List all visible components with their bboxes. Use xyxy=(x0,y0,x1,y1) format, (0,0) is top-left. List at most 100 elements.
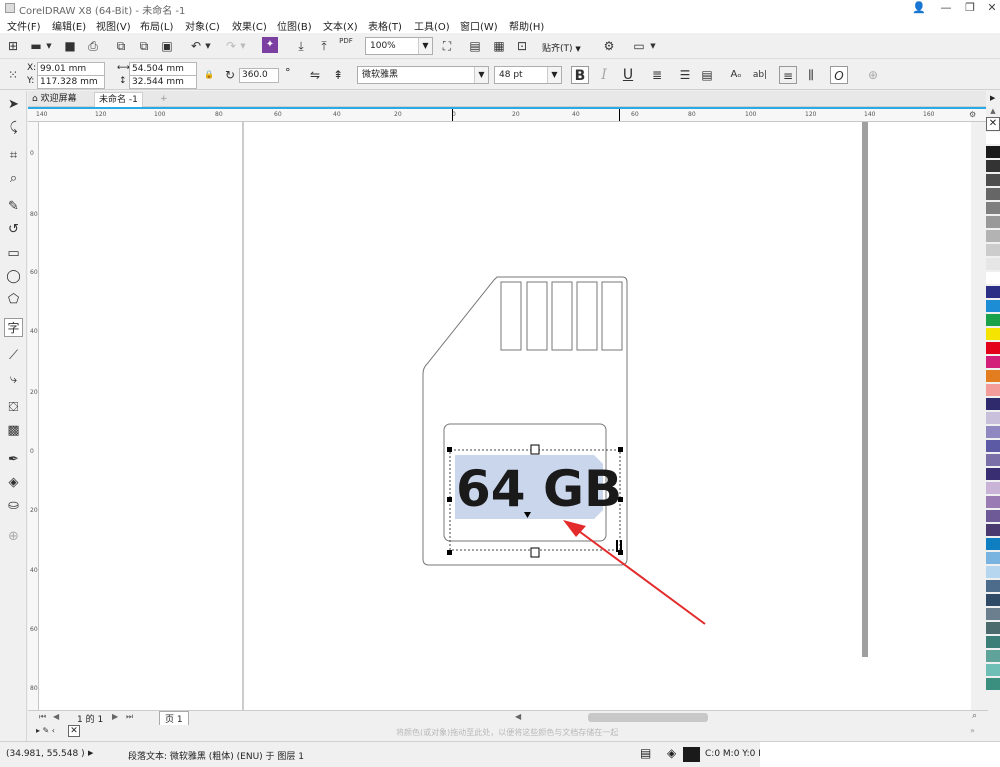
color-swatch[interactable] xyxy=(986,328,1000,341)
page-tab[interactable]: 页 1 xyxy=(159,711,189,726)
menu-object[interactable]: 对象(C) xyxy=(185,18,220,33)
color-swatch[interactable] xyxy=(986,440,1000,453)
last-page-icon[interactable]: ⏭ xyxy=(126,712,133,722)
options-gear-icon[interactable]: ⚙ xyxy=(600,37,618,55)
color-swatch[interactable] xyxy=(986,188,1000,201)
width-field[interactable]: 54.504 mm xyxy=(129,62,197,76)
selection-handle[interactable] xyxy=(447,550,452,555)
no-color-swatch-icon[interactable]: ✕ xyxy=(68,725,80,737)
tab-welcome-screen[interactable]: ⌂ 欢迎屏幕 xyxy=(28,92,81,107)
color-swatch[interactable] xyxy=(986,244,1000,257)
text-frame-bottom-handle[interactable] xyxy=(530,547,540,558)
font-size-select[interactable]: 48 pt ▼ xyxy=(494,66,562,84)
color-swatch[interactable] xyxy=(986,160,1000,173)
add-icon[interactable]: ⊕ xyxy=(864,66,882,84)
color-swatch[interactable] xyxy=(986,398,1000,411)
color-swatch[interactable] xyxy=(986,272,1000,285)
prev-page-icon[interactable]: ◀ xyxy=(53,712,59,721)
redo-dropdown-icon[interactable]: ▼ xyxy=(238,37,248,55)
palette-scroll-up-icon[interactable]: ▲ xyxy=(986,107,1000,117)
connector-tool-icon[interactable]: ⤷ xyxy=(4,370,23,389)
color-swatch[interactable] xyxy=(986,468,1000,481)
parallel-dimension-icon[interactable]: ⟋ xyxy=(4,346,23,365)
text-path-icon[interactable]: ⇞ xyxy=(329,66,347,84)
drawing-canvas[interactable]: 64 GB xyxy=(39,122,971,712)
show-rulers-icon[interactable]: ▤ xyxy=(466,37,484,55)
import-icon[interactable]: ⤓ xyxy=(292,37,310,55)
color-swatch[interactable] xyxy=(986,356,1000,369)
user-icon[interactable]: 👤 xyxy=(905,0,933,17)
color-swatch[interactable] xyxy=(986,426,1000,439)
text-frame-top-handle[interactable] xyxy=(530,444,540,455)
selection-handle[interactable] xyxy=(447,447,452,452)
color-swatch[interactable] xyxy=(986,132,1000,145)
ellipse-tool-icon[interactable]: ◯ xyxy=(4,267,23,286)
open-folder-icon[interactable]: ▬ xyxy=(27,37,45,55)
color-swatch[interactable] xyxy=(986,566,1000,579)
smart-fill-icon[interactable]: ⛀ xyxy=(4,496,23,515)
publish-pdf-icon[interactable]: PDF xyxy=(337,37,355,55)
transparency-tool-icon[interactable]: ▩ xyxy=(4,421,23,440)
panel-collapse-icon[interactable]: ▶ xyxy=(986,91,1000,107)
tab-document[interactable]: 未命名 -1 xyxy=(94,92,143,107)
new-tab-icon[interactable]: + xyxy=(156,92,172,107)
color-swatch[interactable] xyxy=(986,454,1000,467)
pick-tool-icon[interactable]: ➤ xyxy=(4,95,23,114)
menu-view[interactable]: 视图(V) xyxy=(96,18,131,33)
color-swatch[interactable] xyxy=(986,286,1000,299)
new-document-icon[interactable]: ⊞ xyxy=(4,37,22,55)
no-fill-swatch-icon[interactable]: ✕ xyxy=(986,117,1000,131)
show-grid-icon[interactable]: ▦ xyxy=(490,37,508,55)
color-swatch[interactable] xyxy=(986,594,1000,607)
sd-card-contact[interactable] xyxy=(526,281,548,351)
color-proofing-icon[interactable]: ▤ xyxy=(640,746,651,760)
color-swatch[interactable] xyxy=(986,664,1000,677)
polygon-tool-icon[interactable]: ⬠ xyxy=(4,290,23,309)
launcher-dropdown-icon[interactable]: ▼ xyxy=(648,37,658,55)
copy-icon[interactable]: ⧉ xyxy=(135,37,153,55)
position-anchor-icon[interactable]: ⁙ xyxy=(4,66,22,84)
color-swatch[interactable] xyxy=(986,202,1000,215)
text-align-icon[interactable]: ≣ xyxy=(648,66,666,84)
sd-card-outline[interactable] xyxy=(422,276,628,566)
color-swatch[interactable] xyxy=(986,636,1000,649)
color-swatch[interactable] xyxy=(986,510,1000,523)
application-launcher-icon[interactable]: ▭ xyxy=(630,37,648,55)
shape-tool-icon[interactable]: ⤹ xyxy=(4,118,23,137)
text-tool-icon[interactable]: 字 xyxy=(4,318,23,337)
color-swatch[interactable] xyxy=(986,216,1000,229)
open-dropdown-icon[interactable]: ▼ xyxy=(44,37,54,55)
color-swatch[interactable] xyxy=(986,314,1000,327)
sd-card-contact[interactable] xyxy=(576,281,598,351)
color-swatch[interactable] xyxy=(986,412,1000,425)
zoom-tool-icon[interactable]: ⌕ xyxy=(4,169,23,188)
export-icon[interactable]: ⤒ xyxy=(315,37,333,55)
next-page-icon[interactable]: ▶ xyxy=(112,712,118,721)
card-capacity-text[interactable]: 64 GB xyxy=(456,460,622,518)
cut-icon[interactable]: ⧉ xyxy=(112,37,130,55)
height-field[interactable]: 32.544 mm xyxy=(129,75,197,89)
zoom-level-select[interactable]: 100% ▼ xyxy=(365,37,433,55)
paste-icon[interactable]: ▣ xyxy=(158,37,176,55)
snap-to-menu[interactable]: 贴齐(T) ▼ xyxy=(542,41,581,54)
drop-cap-icon[interactable]: ▤ xyxy=(698,66,716,84)
vertical-ruler[interactable]: 0 80 60 40 20 0 20 40 60 80 xyxy=(28,122,39,712)
menu-tools[interactable]: 工具(O) xyxy=(414,18,450,33)
italic-button[interactable]: I xyxy=(595,66,613,84)
mirror-horizontal-icon[interactable]: ⇋ xyxy=(306,66,324,84)
color-swatch[interactable] xyxy=(986,230,1000,243)
edit-text-icon[interactable]: ≡ xyxy=(779,66,797,84)
color-swatch[interactable] xyxy=(986,622,1000,635)
selection-handle[interactable] xyxy=(447,497,452,502)
palette-scroll-icon[interactable]: » xyxy=(970,726,975,735)
first-page-icon[interactable]: ⏮ xyxy=(39,712,46,722)
search-content-icon[interactable]: ✦ xyxy=(262,37,278,53)
color-swatch[interactable] xyxy=(986,482,1000,495)
envelope-tool-icon[interactable]: ⛋ xyxy=(4,398,23,417)
palette-menu-icon[interactable]: ▸ ✎ ‹ xyxy=(36,726,55,735)
sd-card-contact[interactable] xyxy=(551,281,573,351)
menu-file[interactable]: 文件(F) xyxy=(7,18,41,33)
close-button[interactable]: ✕ xyxy=(978,0,1000,17)
color-swatch[interactable] xyxy=(986,258,1000,271)
sd-card-contact[interactable] xyxy=(601,281,623,351)
